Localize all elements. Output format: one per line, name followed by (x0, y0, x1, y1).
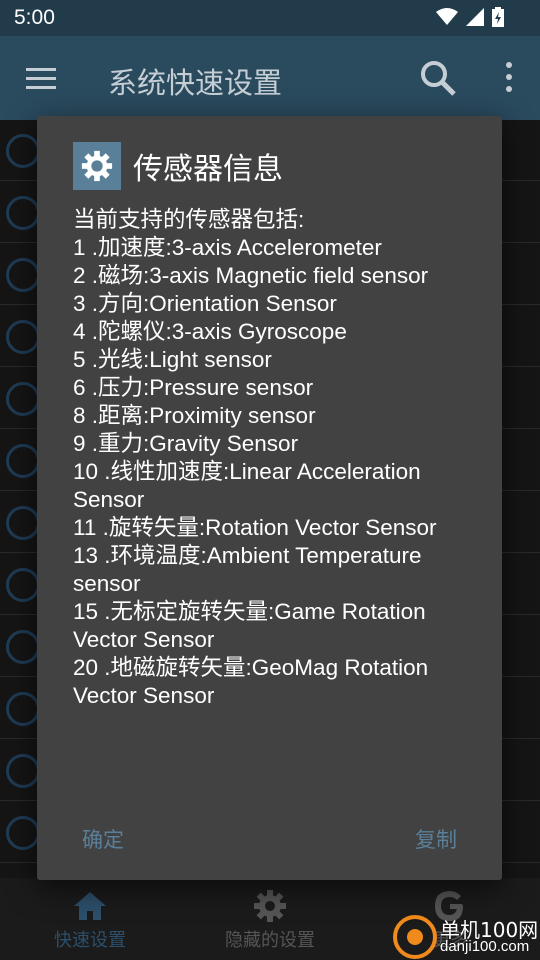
sensor-item: 2 .磁场:3-axis Magnetic field sensor (73, 263, 429, 288)
copy-button[interactable]: 复制 (415, 824, 457, 854)
sensor-item: 13 .环境温度:Ambient Temperature sensor (73, 543, 422, 596)
menu-icon (26, 68, 56, 71)
battery-icon (492, 7, 504, 27)
watermark: 单机100网 danji100.com (392, 914, 540, 960)
dialog-message: 当前支持的传感器包括: 1 .加速度:3-axis Accelerometer … (73, 206, 473, 710)
more-options-icon[interactable] (504, 62, 514, 96)
braces-icon (6, 134, 40, 168)
clipboard-icon (6, 196, 40, 230)
nav-label: 隐藏的设置 (225, 930, 315, 950)
status-time: 5:00 (14, 6, 55, 29)
dialog-intro: 当前支持的传感器包括: (73, 207, 305, 232)
person-icon (6, 382, 40, 416)
home-icon (74, 892, 106, 920)
nav-quick-settings[interactable]: 快速设置 (0, 888, 180, 952)
signal-icon (466, 8, 484, 26)
info-icon (6, 320, 40, 354)
ok-button[interactable]: 确定 (82, 824, 124, 854)
power-icon (6, 630, 40, 664)
sensor-info-dialog: 传感器信息 当前支持的传感器包括: 1 .加速度:3-axis Accelero… (37, 116, 502, 880)
menu-button[interactable] (26, 68, 56, 90)
sensor-item: 20 .地磁旋转矢量:GeoMag Rotation Vector Sensor (73, 655, 429, 708)
watermark-logo-icon (393, 915, 437, 959)
sensor-item: 11 .旋转矢量:Rotation Vector Sensor (73, 515, 437, 540)
bell-icon (6, 258, 40, 292)
sensor-item: 4 .陀螺仪:3-axis Gyroscope (73, 319, 347, 344)
status-icons (436, 7, 504, 27)
sensor-item: 1 .加速度:3-axis Accelerometer (73, 235, 382, 260)
status-bar: 5:00 (0, 0, 540, 36)
nav-label: 快速设置 (54, 930, 126, 950)
sensor-item: 5 .光线:Light sensor (73, 347, 272, 372)
gear-icon (254, 890, 286, 922)
gear-icon (81, 150, 113, 182)
search-icon[interactable] (418, 58, 458, 98)
sensor-item: 6 .压力:Pressure sensor (73, 375, 314, 400)
bluetooth-icon (6, 506, 40, 540)
gear-icon (6, 568, 40, 602)
sensor-item: 15 .无标定旋转矢量:Game Rotation Vector Sensor (73, 599, 426, 652)
sensor-item: 9 .重力:Gravity Sensor (73, 431, 299, 456)
dialog-icon-box (73, 142, 121, 190)
wifi-icon (436, 8, 458, 25)
sensor-item: 3 .方向:Orientation Sensor (73, 291, 337, 316)
settings-icon (6, 754, 40, 788)
home-icon (6, 816, 40, 850)
sensor-item: 8 .距离:Proximity sensor (73, 403, 316, 428)
tools-icon (6, 444, 40, 478)
watermark-url: danji100.com (440, 938, 530, 955)
sensor-item: 10 .线性加速度:Linear Acceleration Sensor (73, 459, 421, 512)
app-bar: 系统快速设置 (0, 36, 540, 120)
clock-icon (6, 692, 40, 726)
app-title: 系统快速设置 (108, 68, 283, 100)
nav-hidden-settings[interactable]: 隐藏的设置 (180, 888, 360, 952)
dialog-title: 传感器信息 (133, 153, 283, 186)
